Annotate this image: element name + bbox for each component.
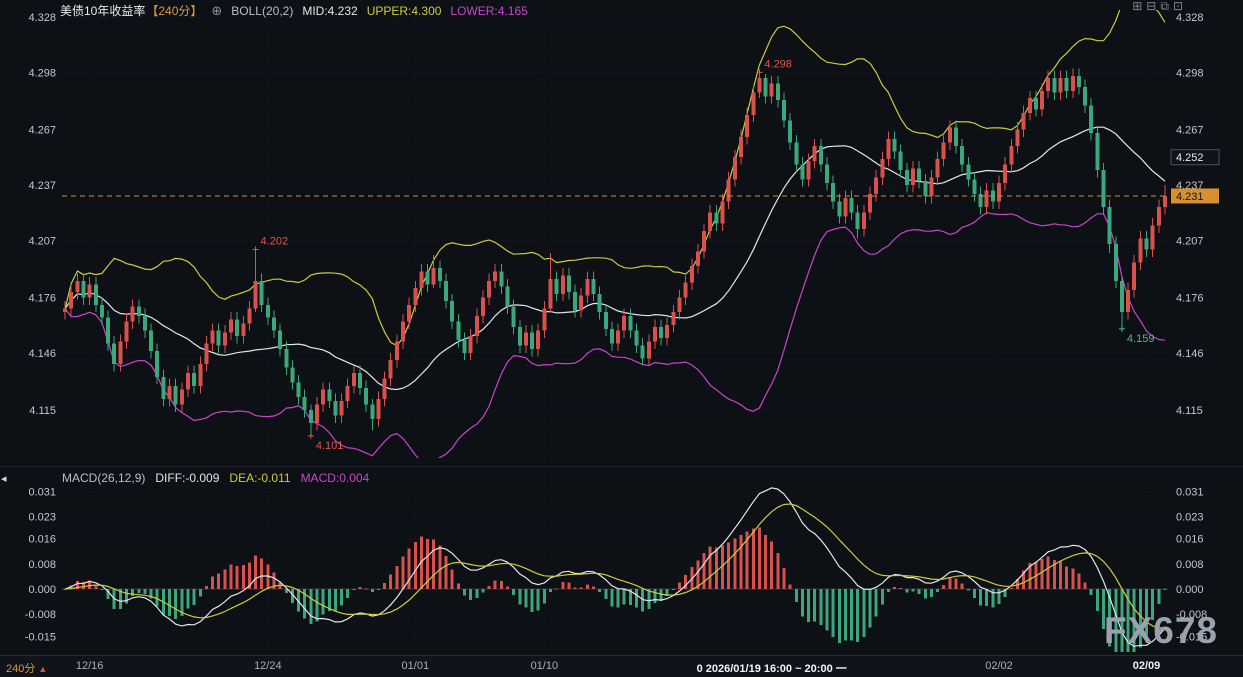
panel-divider bbox=[0, 466, 1243, 467]
price-axis-label: 4.328 bbox=[1176, 12, 1204, 24]
chart-canvas[interactable]: 4.3284.3284.2984.2984.2674.2674.2374.237… bbox=[0, 0, 1243, 677]
price-axis-label: 4.146 bbox=[28, 348, 56, 360]
up-triangle-icon: ▲ bbox=[38, 664, 47, 674]
x-axis-tick: 01/01 bbox=[402, 660, 430, 672]
macd-dea-value: DEA:-0.011 bbox=[229, 471, 290, 485]
x-axis-bar: 240分▲ 12/16 12/24 01/01 01/10 02/02 02/09 0 2… bbox=[0, 655, 1243, 677]
svg-text:4.231: 4.231 bbox=[1176, 191, 1204, 203]
timeframe-label: 【240分】 bbox=[146, 2, 202, 19]
macd-panel bbox=[62, 488, 1168, 652]
watermark: FX678 bbox=[1104, 610, 1218, 652]
macd-axis-label: 0.008 bbox=[1176, 559, 1204, 571]
x-axis-tick: 12/16 bbox=[76, 660, 104, 672]
chart-header: 美债10年收益率 【240分】 ⊕ BOLL(20,2) MID:4.232 U… bbox=[60, 2, 528, 19]
boll-lower-line bbox=[65, 213, 1165, 463]
layout-single-icon[interactable]: ⊡ bbox=[1173, 0, 1183, 13]
price-axis-label: 4.176 bbox=[28, 292, 56, 304]
crosshair-date-label: 0 2026/01/19 16:00 ~ 20:00 一 bbox=[697, 660, 847, 676]
price-panel bbox=[63, 0, 1167, 462]
x-axis-tick: 01/10 bbox=[531, 660, 559, 672]
macd-axis-label: 0.000 bbox=[28, 584, 56, 596]
price-axis-label: 4.207 bbox=[28, 235, 56, 247]
price-axis-label: 4.115 bbox=[29, 405, 56, 417]
boll-lower-value: LOWER:4.165 bbox=[450, 4, 527, 18]
macd-axis-label: 0.031 bbox=[1176, 486, 1204, 498]
price-axis-label: 4.298 bbox=[28, 67, 56, 79]
price-axis-label: 4.328 bbox=[28, 12, 56, 24]
macd-axis-label: -0.015 bbox=[25, 631, 56, 643]
macd-diff-value: DIFF:-0.009 bbox=[155, 471, 219, 485]
price-axis-label: 4.115 bbox=[1176, 405, 1203, 417]
extreme-price-label: 4.159 bbox=[1127, 333, 1155, 345]
collapse-panel-arrow[interactable]: ◂ bbox=[1, 472, 7, 485]
extreme-price-label: 4.202 bbox=[261, 235, 289, 247]
boll-mid-value: MID:4.232 bbox=[302, 4, 357, 18]
price-axis-label: 4.207 bbox=[1176, 235, 1204, 247]
macd-axis-label: -0.008 bbox=[25, 609, 56, 621]
x-axis-tick: 02/09 bbox=[1133, 660, 1161, 672]
layout-grid-icon[interactable]: ⊞ bbox=[1132, 0, 1142, 13]
macd-axis-label: 0.023 bbox=[28, 512, 56, 524]
boll-upper-line bbox=[65, 0, 1165, 346]
x-axis-tick: 12/24 bbox=[254, 660, 282, 672]
extreme-price-label: 4.101 bbox=[316, 440, 344, 452]
add-indicator-icon[interactable]: ⊕ bbox=[211, 3, 222, 19]
timeframe-selector[interactable]: 240分▲ bbox=[6, 660, 47, 676]
boll-indicator-label: BOLL(20,2) bbox=[231, 4, 293, 18]
price-annotations: 4.202 4.101 4.298 4.159 bbox=[253, 58, 1155, 451]
price-tags: 4.252 4.231 bbox=[1171, 150, 1219, 204]
trading-chart-app: 4.3284.3284.2984.2984.2674.2674.2374.237… bbox=[0, 0, 1243, 677]
macd-header: MACD(26,12,9) DIFF:-0.009 DEA:-0.011 MAC… bbox=[62, 471, 369, 485]
price-axis-label: 4.176 bbox=[1176, 292, 1204, 304]
boll-mid-line bbox=[65, 127, 1165, 389]
macd-axis-label: 0.000 bbox=[1176, 584, 1204, 596]
chart-svg[interactable]: 4.3284.3284.2984.2984.2674.2674.2374.237… bbox=[0, 0, 1243, 677]
macd-axis-label: 0.016 bbox=[28, 534, 56, 546]
window-layout-toolbar: ⊞ ⊟ ⧉ ⊡ bbox=[1132, 0, 1183, 13]
boll-upper-value: UPPER:4.300 bbox=[367, 4, 442, 18]
macd-axis-label: 0.016 bbox=[1176, 534, 1204, 546]
macd-axis-label: 0.008 bbox=[28, 559, 56, 571]
layout-rows-icon[interactable]: ⊟ bbox=[1146, 0, 1156, 13]
macd-macd-value: MACD:0.004 bbox=[301, 471, 370, 485]
timeframe-selector-label: 240分 bbox=[6, 663, 35, 675]
layout-cascade-icon[interactable]: ⧉ bbox=[1160, 0, 1169, 13]
price-axis-label: 4.146 bbox=[1176, 348, 1204, 360]
macd-indicator-label: MACD(26,12,9) bbox=[62, 471, 145, 485]
x-axis-tick: 02/02 bbox=[985, 660, 1013, 672]
price-axis-label: 4.237 bbox=[28, 180, 56, 192]
gridlines bbox=[62, 12, 1168, 652]
extreme-price-label: 4.298 bbox=[764, 58, 792, 70]
macd-axis-label: 0.031 bbox=[28, 486, 56, 498]
price-axis-label: 4.298 bbox=[1176, 67, 1204, 79]
price-axis-label: 4.267 bbox=[28, 125, 56, 137]
price-axis-label: 4.267 bbox=[1176, 125, 1204, 137]
instrument-title: 美债10年收益率 bbox=[60, 2, 145, 19]
macd-axis-label: 0.023 bbox=[1176, 512, 1204, 524]
macd-histogram bbox=[64, 527, 1167, 652]
svg-text:4.252: 4.252 bbox=[1176, 152, 1204, 164]
candles-layer bbox=[63, 69, 1167, 436]
